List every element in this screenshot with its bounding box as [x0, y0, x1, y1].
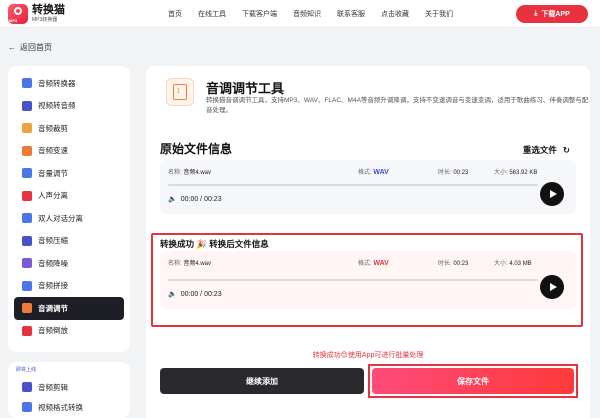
download-icon: ⤓ — [534, 10, 538, 17]
original-file-card: 名称: 音频4.wav 格式: WAV 时长: 00:23 大小: 563.92… — [160, 160, 576, 214]
tool-title: 音调调节工具 — [206, 81, 285, 96]
sidebar-item[interactable]: 音频压缩 — [14, 230, 124, 253]
save-file-button[interactable]: 保存文件 — [372, 368, 574, 394]
reselect-file-button[interactable]: 重选文件 ↻ — [523, 144, 570, 156]
original-size: 大小: 563.92 KB — [494, 170, 538, 176]
sidebar-item[interactable]: 音频拼接 — [14, 275, 124, 298]
original-section-title: 原始文件信息 — [160, 142, 233, 156]
tool-icon — [22, 190, 32, 201]
converted-progress-bar[interactable] — [168, 279, 538, 281]
sidebar-item-label: 音频降噪 — [38, 258, 68, 268]
nav-item-contact[interactable]: 联系客服 — [337, 9, 365, 19]
refresh-icon: ↻ — [562, 144, 570, 155]
sidebar-item-label: 音量调节 — [38, 168, 68, 178]
volume-icon[interactable]: 🔈 — [168, 195, 177, 203]
converted-file-card: 名称: 音频4.wav 格式: WAV 时长: 00:23 大小: 4.03 M… — [160, 251, 576, 309]
tool-icon — [22, 123, 32, 134]
original-play-button[interactable] — [540, 182, 564, 206]
nav-item-home[interactable]: 首页 — [168, 9, 182, 19]
original-format: 格式: WAV — [358, 169, 389, 176]
upcoming-sidebar: 即将上线 音频剪辑视频格式转换 — [8, 362, 130, 418]
nav-item-bookmark[interactable]: 点击收藏 — [381, 9, 409, 19]
sidebar-item-label: 音频压缩 — [38, 236, 68, 246]
sidebar-item-label: 音频拼接 — [38, 281, 68, 291]
main-nav: 首页 在线工具 下载客户端 音频知识 联系客服 点击收藏 关于我们 — [168, 0, 469, 28]
tool-icon — [22, 100, 32, 111]
back-home-link[interactable]: ← 返回首页 — [8, 42, 52, 53]
sidebar-item[interactable]: 音频转换器 — [14, 72, 124, 95]
converted-name: 名称: 音频4.wav — [168, 261, 212, 267]
nav-item-audio-knowledge[interactable]: 音频知识 — [293, 9, 321, 19]
app-title: 转换猫 — [32, 4, 65, 16]
converted-duration: 时长: 00:23 — [438, 261, 469, 267]
reselect-label: 重选文件 — [522, 145, 557, 155]
sidebar-item[interactable]: 音频倒放 — [14, 320, 124, 343]
tool-icon — [22, 382, 32, 392]
converted-player: 🔈 00:00 / 00:23 — [168, 290, 222, 299]
sidebar-item[interactable]: 音量调节 — [14, 162, 124, 185]
sidebar-item[interactable]: 音频降噪 — [14, 252, 124, 275]
app-subtitle: MP3转换器 — [32, 17, 58, 23]
upcoming-item-label: 音频剪辑 — [38, 382, 68, 392]
sidebar-item-label: 双人对话分离 — [38, 213, 83, 223]
tool-icon — [22, 303, 32, 314]
original-time: 00:00 / 00:23 — [180, 195, 222, 203]
tool-icon — [22, 280, 32, 291]
tool-description: 转换猫音调调节工具，支持MP3、WAV、FLAC、M4A等音频升调降调，支持不变… — [206, 97, 589, 114]
sidebar-item-label: 音频倒放 — [38, 326, 68, 336]
app-logo[interactable]: MP3 转换猫 MP3转换器 — [8, 4, 65, 24]
sidebar-item[interactable]: 视频转音频 — [14, 95, 124, 118]
batch-hint: 转换成功😊使用App可进行批量处理 — [312, 352, 424, 359]
logo-icon: MP3 — [8, 4, 28, 24]
sidebar-item-label: 人声分离 — [38, 191, 68, 201]
upcoming-item[interactable]: 音频剪辑 — [14, 377, 124, 397]
nav-item-download-client[interactable]: 下载客户端 — [242, 9, 277, 19]
original-name: 名称: 音频4.wav — [168, 170, 212, 176]
sidebar-item-label: 音频变速 — [38, 146, 68, 156]
sidebar-item-label: 视频转音频 — [38, 101, 76, 111]
upcoming-item-label: 视频格式转换 — [38, 402, 83, 412]
tool-icon — [22, 325, 32, 336]
download-app-label: 下载APP — [541, 11, 570, 18]
tool-icon — [22, 213, 32, 224]
upcoming-item[interactable]: 视频格式转换 — [14, 397, 124, 417]
converted-section-title: 转换成功 🎉 转换后文件信息 — [160, 239, 269, 249]
sidebar-item-label: 音调调节 — [38, 303, 68, 313]
pitch-tool-icon — [166, 78, 194, 106]
arrow-left-icon: ← — [8, 43, 16, 52]
download-app-button[interactable]: ⤓ 下载APP — [516, 5, 588, 23]
tool-icon — [22, 78, 32, 89]
converted-time: 00:00 / 00:23 — [180, 290, 222, 298]
sidebar-item[interactable]: 音调调节 — [14, 297, 124, 320]
tool-icon — [22, 235, 32, 246]
sidebar-item-label: 音频转换器 — [38, 78, 76, 88]
main-panel: 音调调节工具 转换猫音调调节工具，支持MP3、WAV、FLAC、M4A等音频升调… — [146, 66, 590, 418]
converted-format: 格式: WAV — [358, 260, 389, 267]
tool-icon — [22, 402, 32, 412]
sidebar-item-label: 音频裁剪 — [38, 123, 68, 133]
sidebar-item[interactable]: 人声分离 — [14, 185, 124, 208]
original-player: 🔈 00:00 / 00:23 — [168, 195, 222, 204]
tool-icon — [22, 258, 32, 269]
back-home-label: 返回首页 — [20, 43, 52, 52]
nav-item-online-tools[interactable]: 在线工具 — [198, 9, 226, 19]
tool-sidebar: 音频转换器视频转音频音频裁剪音频变速音量调节人声分离双人对话分离 音频压缩音频降噪… — [8, 66, 130, 352]
top-nav-bar: MP3 转换猫 MP3转换器 首页 在线工具 下载客户端 音频知识 联系客服 点… — [0, 0, 600, 28]
tool-icon — [22, 145, 32, 156]
converted-play-button[interactable] — [540, 275, 564, 299]
tool-icon — [22, 168, 32, 179]
volume-icon[interactable]: 🔈 — [168, 290, 177, 298]
original-duration: 时长: 00:23 — [438, 170, 469, 176]
sidebar-item[interactable]: 音频裁剪 — [14, 117, 124, 140]
nav-item-about[interactable]: 关于我们 — [425, 9, 453, 19]
sidebar-item[interactable]: 音频变速 — [14, 140, 124, 163]
converted-size: 大小: 4.03 MB — [494, 261, 532, 267]
original-progress-bar[interactable] — [168, 184, 538, 186]
sidebar-item[interactable]: 双人对话分离 — [14, 207, 124, 230]
save-highlight-box: 保存文件 — [368, 364, 578, 398]
upcoming-section-label: 即将上线 — [16, 367, 37, 373]
continue-add-button[interactable]: 继续添加 — [160, 368, 364, 394]
logo-badge: MP3 — [9, 18, 18, 23]
